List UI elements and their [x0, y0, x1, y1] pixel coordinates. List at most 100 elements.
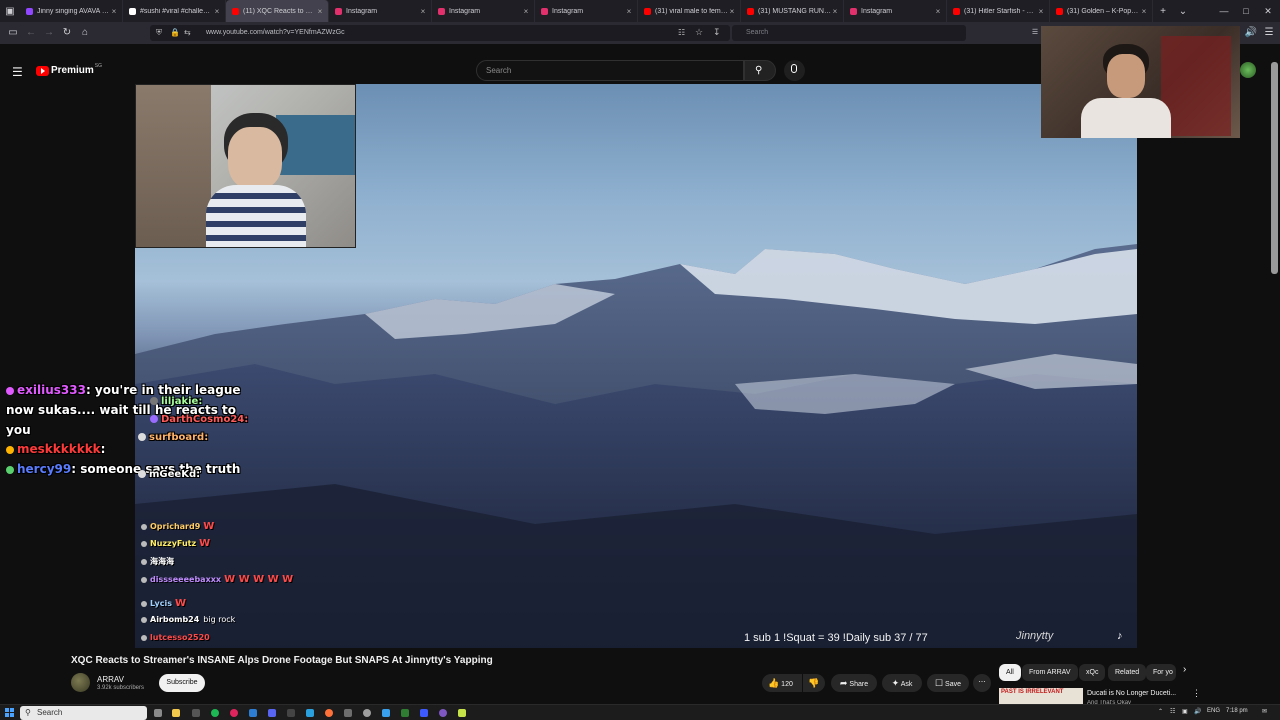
reload-button[interactable]: ↻ — [60, 26, 74, 40]
tab-list-icon[interactable]: ▣ — [0, 6, 20, 17]
chat-username: hercy99 — [17, 462, 72, 476]
browser-tab[interactable]: Instagram × — [535, 0, 638, 22]
dislike-button[interactable]: 👎 — [803, 674, 825, 692]
browser-tab[interactable]: Jinny singing AVAVA - Twitch× — [20, 0, 123, 22]
chip-related[interactable]: Related — [1108, 664, 1147, 681]
voice-search-button[interactable] — [784, 60, 805, 81]
new-tab-button[interactable]: + — [1153, 6, 1173, 17]
app-icon-purple[interactable] — [439, 709, 447, 717]
chips-next-chevron-icon[interactable]: › — [1183, 664, 1186, 675]
browser-tab[interactable]: #sushi #viral #challenge #p× — [123, 0, 226, 22]
tab-close-icon[interactable]: × — [728, 7, 736, 16]
channel-avatar[interactable] — [71, 673, 90, 692]
menu-icon[interactable]: ☰ — [1262, 26, 1276, 40]
tab-close-icon[interactable]: × — [831, 7, 839, 16]
chat-badge-icon — [141, 523, 147, 530]
app-icon-cyan[interactable] — [306, 709, 314, 717]
file-explorer-icon[interactable] — [172, 709, 180, 717]
hamburger-menu-icon[interactable]: ☰ — [12, 65, 23, 79]
reader-view-icon[interactable]: ☷ — [678, 28, 685, 37]
browser-tab[interactable]: Instagram × — [432, 0, 535, 22]
more-actions-button[interactable]: ⋯ — [973, 674, 991, 692]
tab-close-icon[interactable]: × — [522, 7, 530, 16]
ask-button[interactable]: ✦ Ask — [882, 674, 922, 692]
shield-icon[interactable]: ⛨ — [156, 28, 162, 38]
taskbar-search[interactable]: ⚲ Search — [20, 706, 147, 720]
app-icon-pink[interactable] — [230, 709, 238, 717]
recommendation-thumbnail[interactable]: PAST IS IRRELEVANT — [999, 688, 1083, 704]
bookmark-star-icon[interactable]: ☆ — [695, 27, 703, 38]
share-arrow-icon: ➦ — [839, 678, 848, 688]
tab-close-icon[interactable]: × — [1140, 7, 1148, 16]
discord-icon[interactable] — [268, 709, 276, 717]
app-icon-indigo[interactable] — [420, 709, 428, 717]
tab-close-icon[interactable]: × — [419, 7, 427, 16]
minimize-button[interactable]: — — [1212, 0, 1236, 22]
app-icon-blue[interactable] — [249, 709, 257, 717]
browser-tab[interactable]: (31) MUSTANG RUNS OVER× — [741, 0, 844, 22]
notification-icon[interactable]: ✉ — [1262, 708, 1267, 715]
forward-button[interactable]: → — [42, 26, 56, 40]
start-button[interactable] — [5, 708, 14, 717]
save-button[interactable]: ☐ Save — [927, 674, 969, 692]
browser-tab[interactable]: Instagram × — [329, 0, 432, 22]
tray-chevron-icon[interactable]: ⌃ — [1158, 708, 1163, 715]
channel-name[interactable]: ARRAV — [97, 675, 124, 684]
clock[interactable]: 7:18 pm — [1226, 708, 1248, 714]
maximize-button[interactable]: □ — [1234, 0, 1258, 22]
spotify-icon[interactable] — [211, 709, 219, 717]
app-icon-green[interactable] — [401, 709, 409, 717]
tab-close-icon[interactable]: × — [110, 7, 118, 16]
chip-xqc[interactable]: xQc — [1079, 664, 1106, 681]
page-scrollbar[interactable] — [1271, 62, 1278, 274]
obs-icon[interactable] — [363, 709, 371, 717]
tab-close-icon[interactable]: × — [1037, 7, 1045, 16]
firefox-icon[interactable] — [325, 709, 333, 717]
like-button[interactable]: 👍 120 — [762, 674, 802, 692]
thumbs-down-icon: 👎 — [808, 678, 820, 688]
app-icon-sky[interactable] — [382, 709, 390, 717]
browser-tab[interactable]: (31) Golden – K-Pop Demon× — [1050, 0, 1153, 22]
chip-for-yo[interactable]: For yo — [1146, 664, 1176, 681]
terminal-icon[interactable] — [192, 709, 200, 717]
app-icon-dark[interactable] — [287, 709, 295, 717]
recommendation-more-icon[interactable]: ⋮ — [1192, 688, 1201, 699]
permissions-icon[interactable]: ⇆ — [184, 28, 191, 37]
app-icon-gray[interactable] — [344, 709, 352, 717]
url-bar[interactable]: ⛨ 🔒 ⇆ www.youtube.com/watch?v=YENfmAZWzG… — [150, 25, 730, 41]
browser-tab[interactable]: Instagram × — [844, 0, 947, 22]
close-window-button[interactable]: ✕ — [1256, 0, 1280, 22]
speaker-icon[interactable]: 🔊 — [1244, 26, 1258, 40]
app-icon-lime[interactable] — [458, 709, 466, 717]
youtube-search-button[interactable]: ⚲ — [744, 60, 776, 81]
tab-overflow-chevron-icon[interactable]: ⌄ — [1173, 6, 1193, 17]
sidebar-toggle-icon[interactable]: ▭ — [6, 26, 20, 40]
browser-tab[interactable]: (11) XQC Reacts to Streame× — [226, 0, 329, 22]
lock-icon[interactable]: 🔒 — [170, 28, 180, 37]
tab-close-icon[interactable]: × — [934, 7, 942, 16]
download-icon[interactable]: ↧ — [713, 27, 721, 38]
browser-tab[interactable]: (31) Hitler Starfish - YouTub× — [947, 0, 1050, 22]
network-icon[interactable]: ☷ — [1170, 708, 1175, 715]
youtube-search-input[interactable]: Search — [476, 60, 744, 81]
home-button[interactable]: ⌂ — [78, 26, 92, 40]
task-view-icon[interactable] — [154, 709, 162, 717]
recommendation-title[interactable]: Ducati is No Longer Duceti... — [1087, 690, 1176, 697]
tab-close-icon[interactable]: × — [625, 7, 633, 16]
display-icon[interactable]: ▣ — [1182, 708, 1188, 715]
browser-search-field[interactable]: Search — [732, 25, 966, 41]
user-avatar[interactable] — [1240, 62, 1256, 78]
browser-tab[interactable]: (31) viral male to female tra× — [638, 0, 741, 22]
tab-close-icon[interactable]: × — [316, 7, 324, 16]
chip-from-arrav[interactable]: From ARRAV — [1022, 664, 1078, 681]
share-button[interactable]: ➦ Share — [831, 674, 877, 692]
back-button[interactable]: ← — [24, 26, 38, 40]
subscribe-button[interactable]: Subscribe — [159, 674, 205, 692]
search-icon: ⚲ — [25, 708, 31, 717]
volume-icon[interactable]: 🔊 — [1194, 708, 1201, 715]
language-indicator[interactable]: ENG — [1207, 708, 1220, 714]
youtube-logo[interactable]: Premium SG — [36, 63, 102, 76]
chip-all[interactable]: All — [999, 664, 1021, 681]
library-icon[interactable]: ☰ — [1028, 26, 1042, 40]
tab-close-icon[interactable]: × — [213, 7, 221, 16]
